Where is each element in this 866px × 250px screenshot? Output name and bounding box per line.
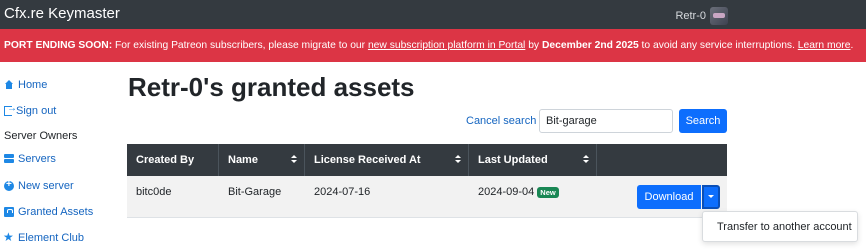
sign-out-icon [4, 103, 17, 116]
transfer-menu-item[interactable]: Transfer to another account [717, 221, 852, 233]
sidebar-item-signout[interactable]: Sign out [4, 103, 57, 117]
column-header-label: Name [228, 154, 258, 166]
sidebar-item-granted-assets[interactable]: Granted Assets [4, 206, 93, 218]
page-title: Retr-0's granted assets [128, 72, 415, 102]
column-header-actions [597, 144, 727, 176]
cell-last-updated: 2024-09-04 New [469, 176, 597, 218]
column-header-created-by[interactable]: Created By [127, 144, 219, 176]
sort-icon [455, 155, 461, 165]
download-dropdown-menu: Transfer to another account [702, 211, 858, 242]
cell-license-received: 2024-07-16 [314, 186, 371, 198]
table-row: bitc0de Bit-Garage 2024-07-16 2024-09-04… [127, 176, 727, 218]
banner-portal-link[interactable]: new subscription platform in Portal [368, 40, 525, 51]
sidebar-item-label: Element Club [18, 232, 85, 244]
shopping-bag-icon [4, 207, 14, 217]
cell-name: Bit-Garage [228, 186, 282, 198]
column-header-last-updated[interactable]: Last Updated [469, 144, 597, 176]
search-button[interactable]: Search [679, 109, 727, 133]
column-header-label: License Received At [314, 154, 421, 166]
column-header-label: Created By [136, 154, 195, 166]
banner-text: to avoid any service interruptions. [638, 40, 798, 51]
notice-banner: PORT ENDING SOON: For existing Patreon s… [0, 29, 866, 62]
cell-created-by: bitc0de [136, 186, 172, 198]
new-badge: New [537, 187, 559, 198]
plus-circle-icon [4, 179, 14, 191]
username[interactable]: Retr-0 [675, 10, 706, 22]
banner-learn-more-link[interactable]: Learn more [798, 40, 851, 51]
sidebar-item-servers[interactable]: Servers [4, 153, 56, 165]
sidebar-item-label: Sign out [16, 105, 57, 117]
sidebar-heading: Server Owners [4, 130, 78, 142]
brand-title[interactable]: Cfx.re Keymaster [4, 5, 120, 22]
banner-text: by [525, 40, 542, 51]
top-navbar: Cfx.re Keymaster Retr-0 [0, 0, 866, 29]
servers-icon [4, 154, 14, 164]
home-icon [4, 80, 14, 90]
sidebar: Home Sign out Server Owners Servers New … [0, 62, 112, 250]
sidebar-item-new-server[interactable]: New server [4, 179, 74, 192]
banner-lead: PORT ENDING SOON: [4, 40, 113, 51]
star-icon [3, 230, 14, 244]
sidebar-item-label: Granted Assets [18, 206, 94, 218]
download-dropdown-toggle[interactable] [702, 185, 720, 209]
user-menu[interactable]: Retr-0 [675, 7, 728, 25]
sidebar-item-element-club[interactable]: Element Club [3, 230, 85, 244]
banner-date: December 2nd 2025 [541, 40, 639, 51]
sidebar-item-label: Home [18, 79, 48, 91]
column-header-license-received[interactable]: License Received At [305, 144, 469, 176]
download-button-group: Download [637, 185, 720, 209]
sort-icon [583, 155, 589, 165]
table-header: Created By Name License Received At Last… [127, 144, 727, 176]
download-button[interactable]: Download [637, 185, 701, 209]
sort-icon [291, 155, 297, 165]
search-input[interactable] [539, 109, 673, 133]
banner-text: . [850, 40, 854, 51]
sidebar-item-label: New server [18, 180, 74, 192]
column-header-label: Last Updated [478, 154, 548, 166]
banner-text: For existing Patreon subscribers, please… [112, 40, 368, 51]
user-avatar-icon[interactable] [710, 7, 728, 25]
sidebar-item-label: Servers [18, 153, 56, 165]
sidebar-item-home[interactable]: Home [4, 79, 47, 91]
last-updated-date: 2024-09-04 [478, 186, 535, 198]
column-header-name[interactable]: Name [219, 144, 305, 176]
cancel-search-link[interactable]: Cancel search [466, 115, 536, 127]
